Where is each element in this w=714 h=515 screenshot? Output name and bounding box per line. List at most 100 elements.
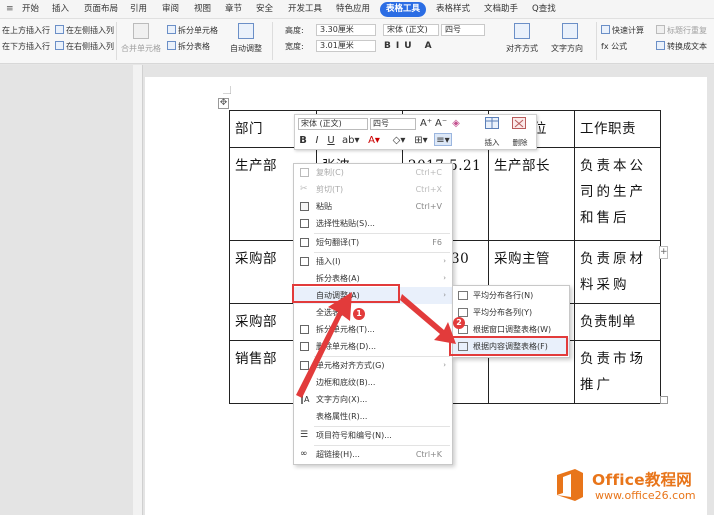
quick-calc-icon [601, 25, 610, 34]
translate-icon [300, 238, 309, 247]
table-resize-handle[interactable] [660, 396, 668, 404]
submenu-arrow-icon: › [443, 257, 446, 265]
insert-left-button[interactable]: 在左侧插入列 [55, 24, 114, 37]
split-cells-button[interactable]: 拆分单元格 [167, 24, 218, 37]
bold-icon[interactable]: B [298, 134, 308, 147]
cut-icon: ✂ [300, 184, 308, 194]
grow-font-icon[interactable]: A⁺ [420, 117, 432, 130]
tab-home[interactable]: 开始 [22, 2, 39, 17]
insert-above-button[interactable]: 在上方插入行 [2, 24, 50, 37]
menu-item-bullets[interactable]: ☰ 项目符号和编号(N)... [294, 427, 452, 444]
align-icon [514, 23, 530, 39]
menu-icon[interactable]: ≡ [6, 2, 14, 17]
submenu-item-distribute-rows[interactable]: 平均分布各行(N) [453, 287, 569, 304]
tab-doc-assistant[interactable]: 文档助手 [484, 2, 518, 17]
shrink-font-icon[interactable]: A⁻ [435, 117, 447, 130]
clear-format-icon[interactable]: ◈ [450, 117, 462, 130]
quick-calc-label: 快速计算 [612, 26, 644, 35]
menu-item-translate[interactable]: 短句翻译(T) F6 [294, 234, 452, 251]
paragraph-align-icon[interactable]: ≡▾ [434, 133, 452, 146]
convert-text-button[interactable]: 转换成文本 [656, 40, 707, 53]
tab-table-style[interactable]: 表格样式 [436, 2, 470, 17]
shading-icon[interactable]: ◇▾ [392, 134, 406, 147]
menu-item-copy[interactable]: 复制(C) Ctrl+C [294, 164, 452, 181]
annotation-arrow-2 [400, 294, 456, 344]
table-cell[interactable]: 负责本公司的生产和售后 [574, 147, 661, 241]
menu-item-label: 项目符号和编号(N)... [316, 431, 392, 440]
font-name-select[interactable]: 宋体 (正文) [383, 24, 439, 36]
insert-above-label: 在上方插入行 [2, 26, 50, 35]
submenu-item-distribute-cols[interactable]: 平均分布各列(Y) [453, 304, 569, 321]
align-button[interactable]: 对齐方式 [506, 42, 538, 55]
mini-delete-button[interactable]: 删除 [506, 136, 534, 149]
menu-item-table-props[interactable]: 表格属性(R)... [294, 408, 452, 425]
submenu-item-label: 平均分布各行(N) [473, 291, 534, 300]
font-color-icon[interactable]: A▾ [367, 134, 381, 147]
search-button[interactable]: Q查找 [532, 2, 556, 17]
menu-item-label: 表格属性(R)... [316, 412, 368, 421]
table-cell[interactable]: 生产部长 [488, 147, 575, 241]
tab-view[interactable]: 视图 [194, 2, 211, 17]
tab-references[interactable]: 引用 [130, 2, 147, 17]
menu-item-label: 超链接(H)... [316, 450, 360, 459]
mini-insert-button[interactable]: 插入 [478, 136, 506, 149]
page-corner-mark [223, 86, 231, 94]
office-logo-icon [557, 469, 583, 501]
highlight-icon[interactable]: ab▾ [342, 134, 360, 147]
table-cell[interactable]: 负责制单 [574, 303, 661, 341]
menu-item-paste[interactable]: 粘贴 Ctrl+V [294, 198, 452, 215]
split-table-label: 拆分表格 [178, 42, 210, 51]
underline-icon[interactable]: U [326, 134, 336, 147]
menu-item-shortcut: F6 [432, 238, 442, 247]
insert-right-button[interactable]: 在右侧插入列 [55, 40, 114, 53]
menu-item-insert[interactable]: 插入(I) › [294, 253, 452, 270]
highlight-fit-content [449, 336, 568, 356]
menu-item-label: 插入(I) [316, 257, 341, 266]
quick-calc-button[interactable]: 快速计算 [601, 24, 644, 37]
repeat-title-button[interactable]: 标题行重复 [656, 24, 707, 37]
tab-security[interactable]: 安全 [256, 2, 273, 17]
merge-cells-button[interactable]: 合并单元格 [121, 42, 161, 55]
table-move-handle[interactable]: ✥ [218, 98, 229, 109]
tab-developer[interactable]: 开发工具 [288, 2, 322, 17]
paste-special-icon [300, 219, 309, 228]
insert-table-icon[interactable] [485, 117, 499, 129]
ribbon-divider [596, 22, 597, 60]
auto-fit-button[interactable]: 自动调整 [230, 42, 262, 55]
width-field[interactable]: 3.01厘米 [316, 40, 376, 52]
menu-item-label: 短句翻译(T) [316, 238, 360, 247]
menu-item-cut[interactable]: ✂ 剪切(T) Ctrl+X [294, 181, 452, 198]
tab-insert[interactable]: 插入 [52, 2, 69, 17]
text-direction-button[interactable]: 文字方向 [551, 42, 583, 55]
insert-below-button[interactable]: 在下方插入行 [2, 40, 50, 53]
delete-table-icon[interactable] [512, 117, 526, 129]
tab-chapter[interactable]: 章节 [225, 2, 242, 17]
watermark-url: www.office26.com [595, 489, 696, 502]
tab-page-layout[interactable]: 页面布局 [84, 2, 118, 17]
mini-font-name-select[interactable]: 宋体 (正文) [298, 118, 368, 130]
font-format-buttons[interactable]: BIU A [384, 40, 437, 53]
menu-item-shortcut: Ctrl+X [415, 185, 442, 194]
split-cells-label: 拆分单元格 [178, 26, 218, 35]
text-direction-icon [562, 23, 578, 39]
menu-item-hyperlink[interactable]: ∞ 超链接(H)... Ctrl+K [294, 446, 452, 463]
tab-special[interactable]: 特色应用 [336, 2, 370, 17]
italic-icon[interactable]: I [312, 134, 322, 147]
mini-font-size-select[interactable]: 四号 [370, 118, 416, 130]
width-label: 宽度: [285, 42, 304, 51]
table-cell[interactable]: 负责市场推广 [574, 340, 661, 404]
table-cell[interactable]: 工作职责 [574, 110, 661, 148]
insert-left-icon [55, 25, 64, 34]
menu-item-paste-special[interactable]: 选择性粘贴(S)... [294, 215, 452, 232]
border-icon[interactable]: ⊞▾ [414, 134, 428, 147]
tab-table-tools[interactable]: 表格工具 [380, 2, 427, 17]
mini-toolbar: 宋体 (正文) 四号 A⁺ A⁻ ◈ B I U ab▾ A▾ ◇▾ ⊞▾ ≡▾… [294, 114, 537, 150]
split-table-button[interactable]: 拆分表格 [167, 40, 210, 53]
height-field[interactable]: 3.30厘米 [316, 24, 376, 36]
formula-button[interactable]: fx 公式 [601, 40, 627, 53]
menu-item-shortcut: Ctrl+V [415, 202, 442, 211]
table-cell[interactable]: 负责原材料采购 [574, 240, 661, 304]
tab-review[interactable]: 审阅 [162, 2, 179, 17]
font-size-select[interactable]: 四号 [441, 24, 485, 36]
add-column-button[interactable]: + [659, 246, 668, 259]
